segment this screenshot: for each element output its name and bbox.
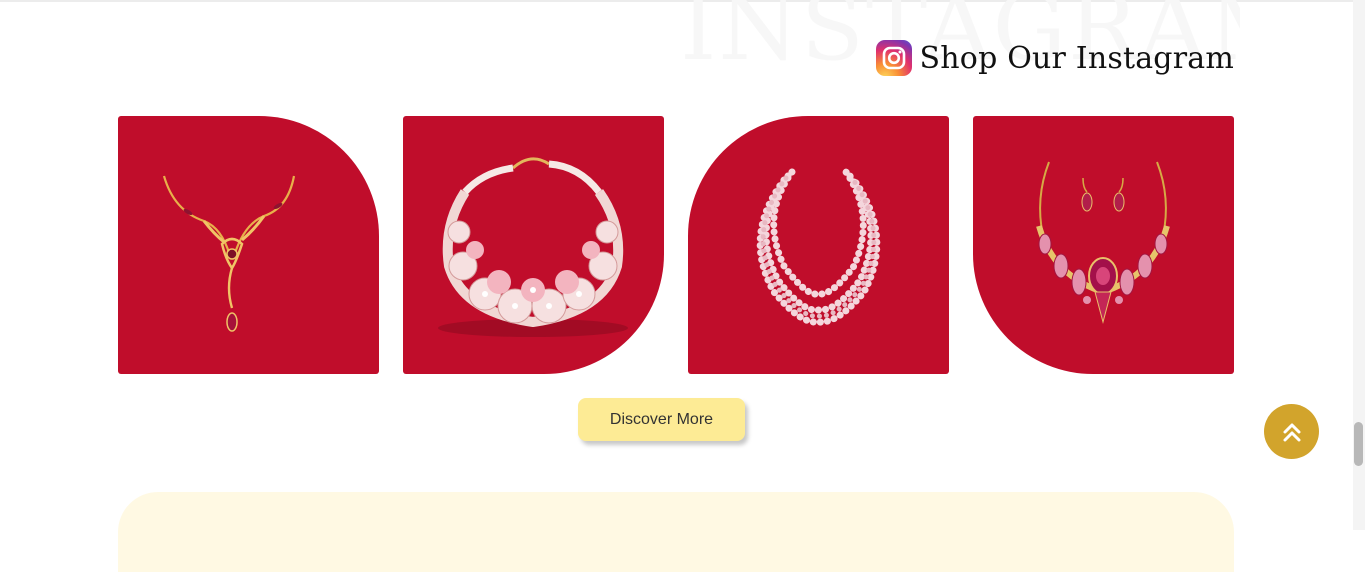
footer-section-top <box>118 492 1234 572</box>
gold-pendant-necklace-image <box>162 175 296 332</box>
section-heading: Shop Our Instagram <box>875 40 1234 76</box>
instagram-post-3[interactable] <box>688 116 949 374</box>
ruby-necklace-earring-set-image <box>1036 161 1170 324</box>
scroll-to-top-button[interactable] <box>1264 404 1319 459</box>
instagram-post-1[interactable] <box>118 116 379 374</box>
instagram-post-4[interactable] <box>973 116 1234 374</box>
instagram-icon[interactable] <box>875 40 912 76</box>
floral-pearl-necklace-image <box>438 157 628 337</box>
double-chevron-up-icon <box>1283 423 1300 441</box>
discover-more-button[interactable]: Discover More <box>578 398 745 441</box>
instagram-post-2[interactable] <box>403 116 664 374</box>
page-scrollbar-thumb[interactable] <box>1354 422 1363 466</box>
multi-strand-pearl-necklace-image <box>756 168 881 326</box>
section-title: Shop Our Instagram <box>919 40 1234 76</box>
